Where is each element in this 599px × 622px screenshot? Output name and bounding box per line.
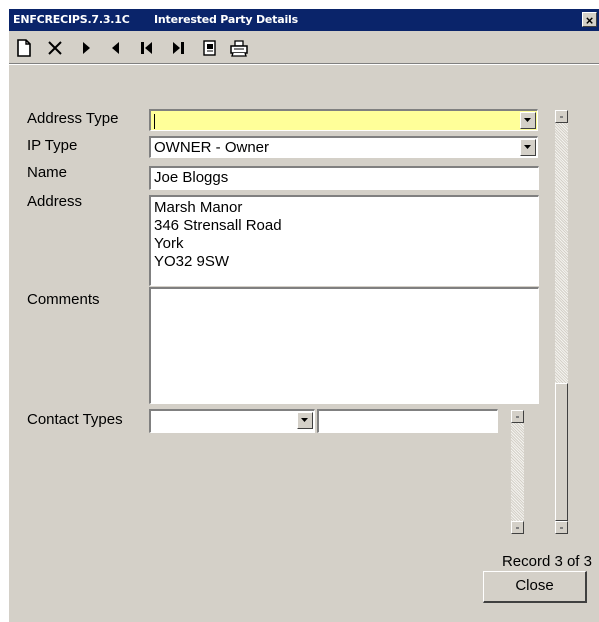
comments-label: Comments xyxy=(27,291,100,308)
top-strip xyxy=(0,0,599,9)
name-field[interactable]: Joe Bloggs xyxy=(149,166,539,190)
address-line: 346 Strensall Road xyxy=(154,217,282,234)
contact-types-scroll-up-button[interactable] xyxy=(511,410,524,423)
toolbar-separator-highlight xyxy=(9,64,599,65)
form-scroll-thumb[interactable] xyxy=(555,383,568,521)
address-type-label: Address Type xyxy=(27,110,119,127)
form-scroll-up-button[interactable] xyxy=(555,110,568,123)
address-type-dropdown-button[interactable] xyxy=(520,112,536,129)
last-record-icon xyxy=(173,42,184,54)
play-left-icon xyxy=(112,42,119,54)
next-record-button[interactable] xyxy=(75,37,97,59)
chevron-down-icon xyxy=(524,118,531,122)
delete-x-icon xyxy=(48,41,62,55)
comments-field[interactable] xyxy=(149,287,539,404)
notes-button[interactable] xyxy=(198,37,220,59)
contact-types-scroll-down-button[interactable] xyxy=(511,521,524,534)
contact-types-label: Contact Types xyxy=(27,411,123,428)
print-button[interactable] xyxy=(228,37,250,59)
new-document-icon xyxy=(17,39,31,57)
record-status: Record 3 of 3 xyxy=(501,553,592,570)
dialog-window: ENFCRECIPS.7.3.1C Interested Party Detai… xyxy=(9,9,599,622)
last-record-button[interactable] xyxy=(167,37,189,59)
notepad-icon xyxy=(203,40,216,56)
first-record-icon xyxy=(141,42,152,54)
ip-type-select[interactable]: OWNER - Owner xyxy=(149,136,538,158)
printer-icon xyxy=(230,40,248,57)
contact-type-select[interactable] xyxy=(149,409,315,433)
address-type-select[interactable] xyxy=(149,109,538,131)
contact-detail-field[interactable] xyxy=(317,409,498,433)
delete-record-button[interactable] xyxy=(44,37,66,59)
new-record-button[interactable] xyxy=(13,37,35,59)
address-line: Marsh Manor xyxy=(154,199,243,216)
contact-type-dropdown-button[interactable] xyxy=(297,412,313,429)
address-line: York xyxy=(154,235,184,252)
ip-type-value: OWNER - Owner xyxy=(154,139,270,156)
toolbar xyxy=(9,31,599,65)
previous-record-button[interactable] xyxy=(105,37,127,59)
address-lines: Marsh Manor 346 Strensall Road York YO32… xyxy=(154,199,282,271)
close-button[interactable]: Close xyxy=(483,571,587,603)
address-label: Address xyxy=(27,193,83,210)
ip-type-dropdown-button[interactable] xyxy=(520,139,536,156)
address-field[interactable]: Marsh Manor 346 Strensall Road York YO32… xyxy=(149,195,539,286)
chevron-down-icon xyxy=(524,145,531,149)
title-bar: ENFCRECIPS.7.3.1C Interested Party Detai… xyxy=(9,9,599,31)
window-title: Interested Party Details xyxy=(154,13,298,26)
address-line: YO32 9SW xyxy=(154,253,230,270)
window-close-button[interactable]: × xyxy=(582,12,597,28)
ip-type-label: IP Type xyxy=(27,137,78,154)
play-right-icon xyxy=(83,42,90,54)
chevron-down-icon xyxy=(301,418,308,422)
name-label: Name xyxy=(27,164,68,181)
contact-types-scrollbar[interactable] xyxy=(511,410,524,534)
form-scroll-down-button[interactable] xyxy=(555,521,568,534)
form-id: ENFCRECIPS.7.3.1C xyxy=(13,13,130,26)
first-record-button[interactable] xyxy=(136,37,158,59)
text-caret xyxy=(154,114,155,129)
name-value: Joe Bloggs xyxy=(154,169,229,186)
